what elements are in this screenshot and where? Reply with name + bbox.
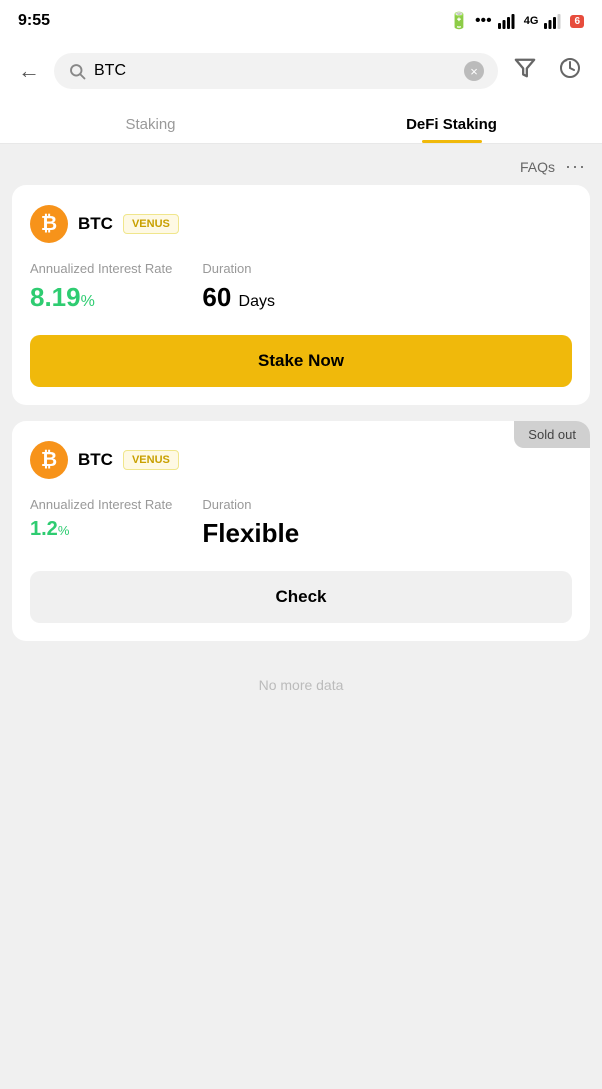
top-bar: FAQs ··· (0, 144, 602, 185)
no-more-data: No more data (0, 657, 602, 733)
card-btc-venus-2: Sold out ₿ BTC VENUS Annualized Interest… (12, 421, 590, 641)
content: FAQs ··· ₿ BTC VENUS Annualized Interest… (0, 144, 602, 1044)
duration-stat-1: Duration 60 Days (202, 261, 275, 313)
back-button[interactable]: ← (14, 54, 44, 88)
coin-name-2: BTC (78, 450, 113, 470)
status-bar: 9:55 🔋 ••• 4G 6 (0, 0, 602, 40)
more-button[interactable]: ··· (565, 156, 586, 177)
tab-staking[interactable]: Staking (0, 102, 301, 143)
rate-value-1: 8.19% (30, 282, 172, 313)
status-icons: 🔋 ••• 4G 6 (449, 11, 584, 31)
signal-icon (498, 13, 518, 29)
stats-row-2: Annualized Interest Rate 1.2% Duration F… (30, 497, 572, 549)
rate-stat-2: Annualized Interest Rate 1.2% (30, 497, 172, 549)
filter-icon (514, 57, 536, 79)
dots-icon: ••• (475, 12, 492, 30)
status-time: 9:55 (18, 12, 50, 30)
card-btc-venus-1: ₿ BTC VENUS Annualized Interest Rate 8.1… (12, 185, 590, 405)
btc-icon-2: ₿ (30, 441, 68, 479)
coin-tag-1: VENUS (123, 214, 179, 234)
battery-icon: 6 (570, 15, 584, 28)
header: ← × (0, 40, 602, 102)
rate-label-2: Annualized Interest Rate (30, 497, 172, 512)
duration-label-2: Duration (202, 497, 299, 512)
search-clear-button[interactable]: × (464, 61, 484, 81)
history-button[interactable] (552, 50, 588, 92)
btc-icon-1: ₿ (30, 205, 68, 243)
stats-row-1: Annualized Interest Rate 8.19% Duration … (30, 261, 572, 313)
search-input[interactable] (94, 62, 456, 80)
coin-name-1: BTC (78, 214, 113, 234)
rate-label-1: Annualized Interest Rate (30, 261, 172, 276)
battery-level: 6 (570, 15, 584, 28)
coin-header-2: ₿ BTC VENUS (30, 441, 572, 479)
battery-save-icon: 🔋 (449, 11, 469, 31)
tabs: Staking DeFi Staking (0, 102, 602, 144)
duration-value-1: 60 Days (202, 282, 275, 313)
coin-tag-2: VENUS (123, 450, 179, 470)
tab-defi-staking[interactable]: DeFi Staking (301, 102, 602, 143)
duration-value-2: Flexible (202, 518, 299, 549)
signal2-icon (544, 13, 564, 29)
faqs-button[interactable]: FAQs (520, 159, 555, 175)
coin-header-1: ₿ BTC VENUS (30, 205, 572, 243)
duration-stat-2: Duration Flexible (202, 497, 299, 549)
history-icon (558, 56, 582, 80)
check-button[interactable]: Check (30, 571, 572, 623)
rate-stat-1: Annualized Interest Rate 8.19% (30, 261, 172, 313)
duration-label-1: Duration (202, 261, 275, 276)
search-icon (68, 62, 86, 80)
sold-out-badge: Sold out (514, 421, 590, 448)
rate-value-2: 1.2% (30, 518, 172, 541)
network-badge: 4G (524, 15, 539, 27)
stake-now-button[interactable]: Stake Now (30, 335, 572, 387)
filter-button[interactable] (508, 51, 542, 91)
search-bar: × (54, 53, 498, 89)
